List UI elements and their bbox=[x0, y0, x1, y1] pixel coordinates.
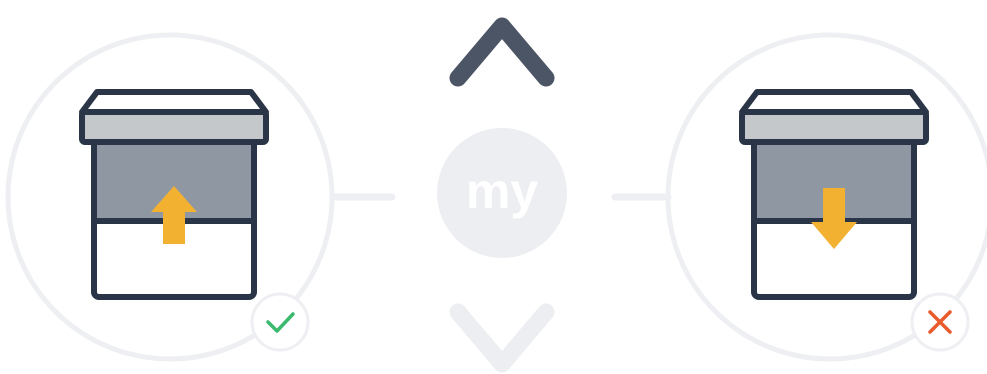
my-button-label: my bbox=[466, 163, 538, 219]
left-panel bbox=[5, 32, 335, 362]
left-cassette bbox=[79, 109, 269, 145]
right-status-badge bbox=[910, 292, 970, 352]
chevron-up-icon[interactable] bbox=[449, 17, 555, 87]
blind-control-diagram: my bbox=[5, 17, 987, 373]
remote-control: my bbox=[437, 17, 567, 373]
chevron-down-icon[interactable] bbox=[449, 303, 555, 373]
left-status-badge bbox=[250, 292, 310, 352]
my-button[interactable]: my bbox=[437, 128, 567, 258]
right-blind-icon bbox=[739, 89, 929, 300]
left-blind-icon bbox=[79, 89, 269, 300]
right-panel bbox=[665, 32, 987, 362]
right-cassette bbox=[739, 109, 929, 145]
